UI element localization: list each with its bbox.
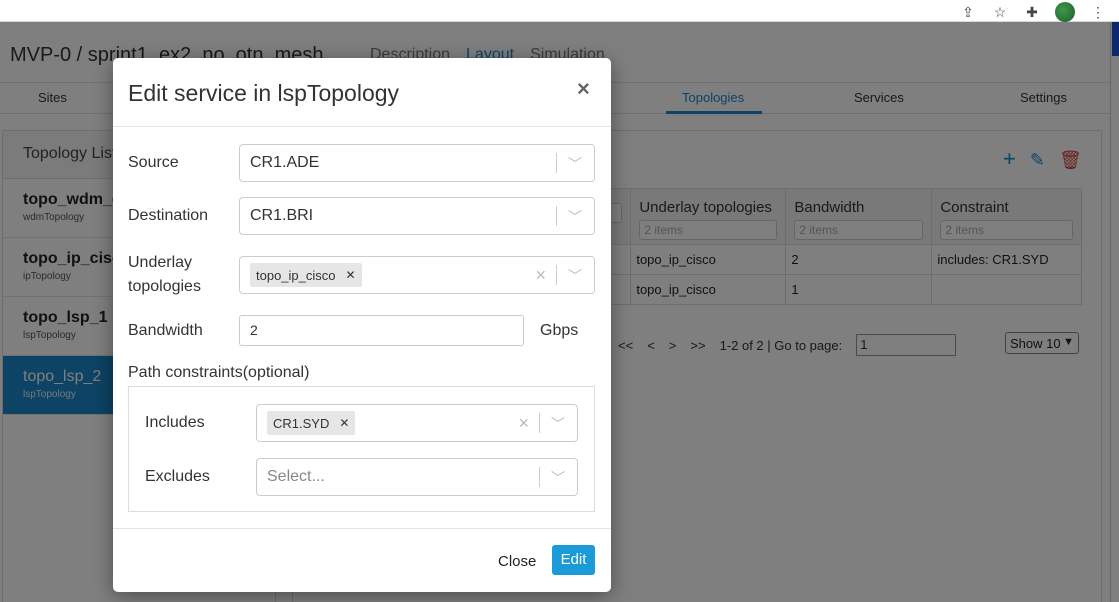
source-select[interactable]: CR1.ADE ﹀ <box>239 144 595 182</box>
chevron-down-icon[interactable]: ﹀ <box>568 266 582 286</box>
chevron-down-icon[interactable]: ﹀ <box>568 207 582 227</box>
bandwidth-unit: Gbps <box>540 321 579 339</box>
close-icon[interactable]: × <box>577 76 590 102</box>
browser-toolbar: ⇪ ☆ ✚ ⋮ <box>0 0 1119 22</box>
includes-multiselect[interactable]: CR1.SYD ✕ × ﹀ <box>256 404 578 442</box>
edit-service-dialog: Edit service in lspTopology × Source CR1… <box>113 58 611 592</box>
includes-chip: CR1.SYD ✕ <box>267 411 356 435</box>
excludes-placeholder: Select... <box>267 468 325 485</box>
clear-icon[interactable]: × <box>518 413 529 434</box>
share-icon[interactable]: ⇪ <box>959 3 977 21</box>
menu-dots-icon[interactable]: ⋮ <box>1089 3 1107 21</box>
source-value: CR1.ADE <box>250 154 320 171</box>
chevron-down-icon[interactable]: ﹀ <box>551 414 565 434</box>
dialog-footer: Close Edit <box>113 528 611 592</box>
underlay-row: Underlay topologies topo_ip_cisco ✕ × ﹀ <box>128 251 595 299</box>
destination-value: CR1.BRI <box>250 207 314 224</box>
select-separator <box>556 265 557 285</box>
close-button[interactable]: Close <box>498 553 536 570</box>
includes-label: Includes <box>145 414 205 431</box>
source-row: Source CR1.ADE ﹀ <box>128 144 595 182</box>
chip-label: CR1.SYD <box>273 415 330 431</box>
source-label: Source <box>128 154 179 171</box>
destination-select[interactable]: CR1.BRI ﹀ <box>239 197 595 235</box>
dialog-title: Edit service in lspTopology <box>128 80 400 106</box>
underlay-multiselect[interactable]: topo_ip_cisco ✕ × ﹀ <box>239 256 595 294</box>
chevron-down-icon[interactable]: ﹀ <box>551 468 565 488</box>
browser-toolbar-icons: ⇪ ☆ ✚ ⋮ <box>959 2 1107 22</box>
includes-row: Includes CR1.SYD ✕ × ﹀ <box>145 404 578 442</box>
path-constraints-group: Includes CR1.SYD ✕ × ﹀ Excludes Select..… <box>128 386 595 512</box>
select-separator <box>539 413 540 433</box>
chip-label: topo_ip_cisco <box>256 267 336 283</box>
extensions-icon[interactable]: ✚ <box>1023 3 1041 21</box>
path-constraints-label: Path constraints(optional) <box>128 364 310 381</box>
remove-chip-icon[interactable]: ✕ <box>346 268 356 282</box>
chevron-down-icon[interactable]: ﹀ <box>568 154 582 174</box>
underlay-label: Underlay topologies <box>128 254 201 295</box>
bandwidth-row: Bandwidth 2 Gbps <box>128 315 578 346</box>
excludes-multiselect[interactable]: Select... ﹀ <box>256 458 578 496</box>
underlay-chip: topo_ip_cisco ✕ <box>250 263 362 287</box>
select-separator <box>539 467 540 487</box>
destination-row: Destination CR1.BRI ﹀ <box>128 197 595 235</box>
edit-button[interactable]: Edit <box>552 545 595 575</box>
select-separator <box>556 206 557 226</box>
profile-avatar[interactable] <box>1055 2 1075 22</box>
star-icon[interactable]: ☆ <box>991 3 1009 21</box>
select-separator <box>556 153 557 173</box>
excludes-row: Excludes Select... ﹀ <box>145 458 578 496</box>
dialog-header: Edit service in lspTopology × <box>113 58 611 127</box>
clear-icon[interactable]: × <box>535 265 546 286</box>
bandwidth-label: Bandwidth <box>128 321 203 339</box>
excludes-label: Excludes <box>145 468 210 485</box>
bandwidth-input[interactable]: 2 <box>239 315 524 346</box>
remove-chip-icon[interactable]: ✕ <box>339 416 349 430</box>
destination-label: Destination <box>128 207 209 224</box>
